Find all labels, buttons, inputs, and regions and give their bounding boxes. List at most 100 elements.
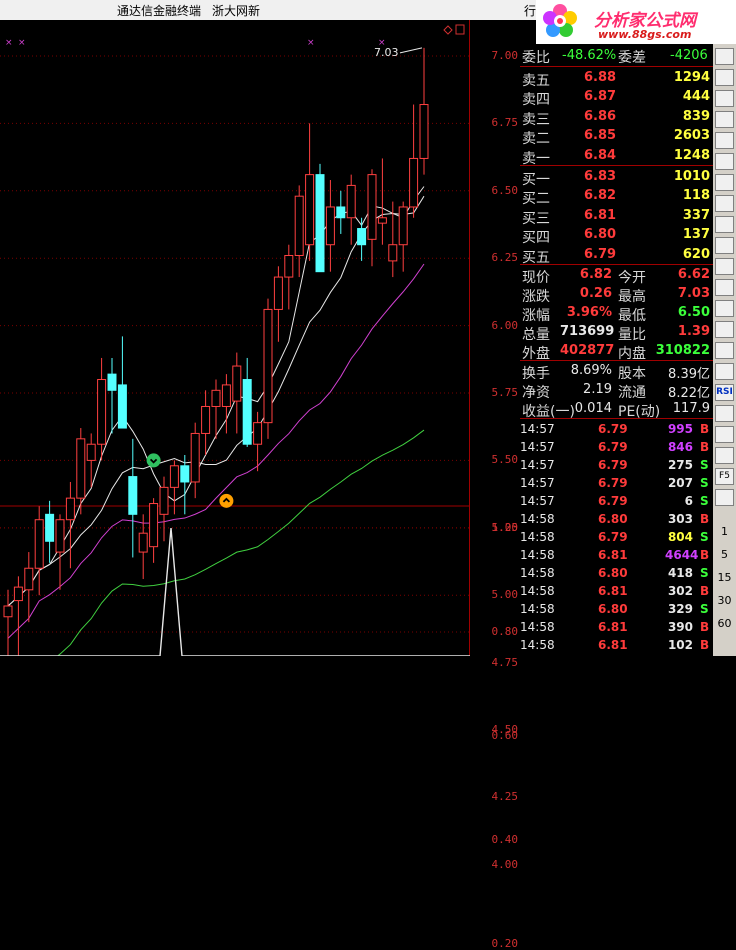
- kline-chart[interactable]: 7.03× × × ×: [0, 20, 470, 656]
- tick-row: 14:58 6.81 4644 B: [520, 547, 713, 566]
- move-icon[interactable]: [715, 405, 734, 422]
- candle-body: [117, 384, 127, 429]
- tick-price: 6.79: [598, 440, 628, 454]
- quote-panel: 委比 -48.62% 委差 -4206 卖五 6.88 1294 卖四 6.87 444 卖…: [520, 44, 713, 656]
- period-button[interactable]: 30: [713, 594, 736, 607]
- tick-side: B: [700, 584, 710, 598]
- candle-body: [34, 519, 44, 569]
- candle-body: [159, 486, 169, 515]
- tick-volume: 4644: [665, 548, 699, 562]
- bid-price: 6.83: [584, 169, 617, 184]
- window-icon[interactable]: [715, 48, 734, 65]
- tick-volume: 302: [667, 584, 693, 598]
- rsi-button[interactable]: RSI: [715, 384, 734, 401]
- candle-body: [305, 174, 315, 246]
- candle-body: [149, 503, 159, 548]
- tick-time: 14:57: [520, 494, 555, 508]
- pie-icon[interactable]: [715, 258, 734, 275]
- f5-button[interactable]: F5: [715, 468, 734, 485]
- fz-icon[interactable]: [715, 300, 734, 317]
- y-tick-label: 5.50: [491, 453, 519, 467]
- stat-label: 今开: [618, 270, 646, 286]
- stat-value: 6.62: [677, 267, 710, 282]
- info-icon[interactable]: [715, 321, 734, 338]
- line-chart-icon[interactable]: [715, 174, 734, 191]
- cycle-icon[interactable]: [715, 363, 734, 380]
- bid-price: 6.80: [584, 227, 617, 243]
- candle-body: [86, 443, 96, 461]
- y-tick-label: 4.25: [491, 790, 519, 804]
- ask-price: 6.88: [584, 70, 617, 85]
- tick-time: 14:57: [520, 422, 555, 436]
- chart-icon[interactable]: [715, 69, 734, 86]
- candle-body: [419, 104, 429, 159]
- finance-row: 收益(一) 0.014 PE(动) 117.9: [520, 400, 713, 420]
- tick-row: 14:58 6.81 390 B: [520, 619, 713, 638]
- finance-value: 8.39亿: [668, 367, 710, 382]
- stat-label: 最低: [618, 308, 646, 324]
- pencil-icon[interactable]: [715, 426, 734, 443]
- tick-side: S: [700, 566, 709, 580]
- settings-icon[interactable]: [715, 489, 734, 506]
- bid-volume: 137: [682, 227, 710, 243]
- tab-label[interactable]: 行: [524, 2, 536, 19]
- tick-side: B: [700, 512, 710, 526]
- detail-icon[interactable]: [715, 237, 734, 254]
- tick-price: 6.81: [598, 584, 628, 598]
- tick-time: 14:57: [520, 476, 555, 490]
- y-tick-label: 7.00: [491, 49, 519, 62]
- ask-row: 卖一 6.84 1248: [520, 147, 713, 167]
- stat-value: 402877: [560, 343, 615, 358]
- list-view-icon[interactable]: [715, 447, 734, 464]
- candle-body: [138, 532, 148, 553]
- candle-body: [24, 567, 34, 591]
- bid-row: 买二 6.82 118: [520, 187, 713, 207]
- indicator-tick-label: 0.20: [491, 937, 519, 950]
- divider: [520, 264, 713, 265]
- site-name: 浙大网新: [212, 4, 261, 18]
- tick-volume: 303: [667, 512, 693, 526]
- candle-body: [65, 497, 75, 521]
- tick-price: 6.80: [598, 512, 628, 526]
- list-icon[interactable]: [715, 111, 734, 128]
- candle-body: [357, 228, 367, 246]
- ask-label: 卖二: [522, 131, 550, 148]
- sell-signal-icon: [146, 453, 161, 468]
- tick-row: 14:57 6.79 846 B: [520, 439, 713, 458]
- y-tick-label: 6.50: [491, 183, 519, 197]
- stat-value: 3.96%: [566, 305, 612, 320]
- tick-price: 6.79: [598, 422, 628, 436]
- tick-time: 14:58: [520, 584, 555, 598]
- tick-side: S: [700, 530, 709, 544]
- flag-icon[interactable]: [715, 279, 734, 296]
- period-button[interactable]: 5: [713, 548, 736, 561]
- table-icon[interactable]: [715, 153, 734, 170]
- bar-icon[interactable]: [715, 90, 734, 107]
- tick-side: S: [700, 476, 709, 490]
- tick-volume: 329: [667, 602, 693, 616]
- tick-price: 6.81: [598, 638, 628, 652]
- stat-row: 现价 6.82 今开 6.62: [520, 266, 713, 286]
- stat-value: 6.50: [677, 305, 710, 320]
- tick-price: 6.79: [598, 530, 628, 544]
- candle-body: [409, 157, 419, 208]
- grid-icon[interactable]: [715, 132, 734, 149]
- period-button[interactable]: 1: [713, 525, 736, 538]
- bid-row: 买四 6.80 137: [520, 226, 713, 247]
- bid-label: 买四: [522, 230, 550, 247]
- refresh-icon[interactable]: [715, 342, 734, 359]
- tick-side: B: [700, 638, 710, 652]
- finance-label: 流通: [618, 385, 646, 401]
- period-button[interactable]: 60: [713, 617, 736, 630]
- calc-icon[interactable]: [715, 195, 734, 212]
- right-toolbar: RSI F5 1 5 15 30 60: [713, 44, 736, 656]
- period-button[interactable]: 15: [713, 571, 736, 584]
- y-tick-label: 4.00: [491, 857, 519, 871]
- bid-price: 6.81: [584, 207, 617, 223]
- finance-label: 股本: [618, 366, 646, 382]
- y-tick-label: 5.75: [491, 386, 519, 399]
- candle-body: [315, 174, 325, 273]
- tick-row: 14:58 6.79 804 S: [520, 529, 713, 548]
- f10-icon[interactable]: [715, 216, 734, 233]
- x-marker: ×: [5, 38, 13, 48]
